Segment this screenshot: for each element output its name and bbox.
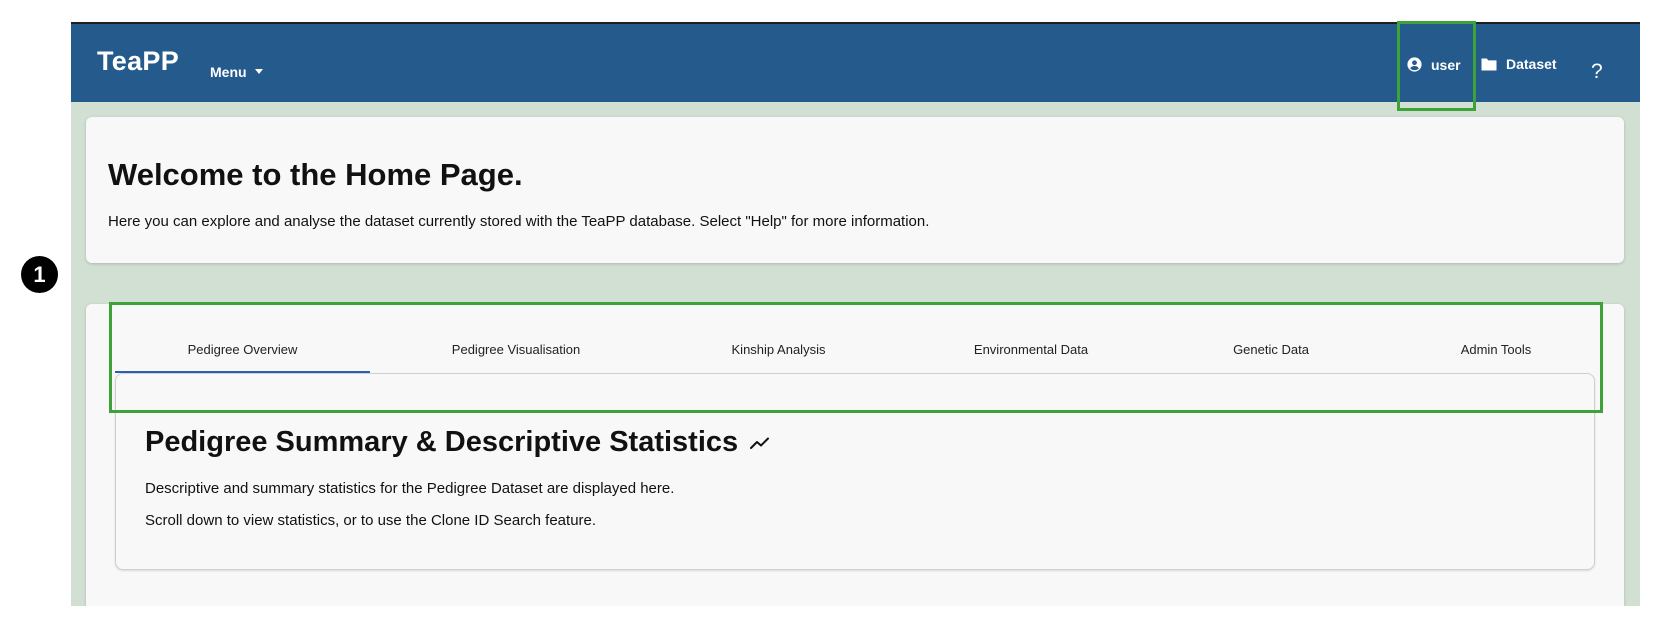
welcome-title: Welcome to the Home Page.: [108, 157, 523, 192]
summary-panel: Pedigree Summary & Descriptive Statistic…: [115, 373, 1595, 570]
welcome-text: Here you can explore and analyse the dat…: [108, 213, 930, 230]
menu-label: Menu: [210, 64, 247, 80]
tab-pedigree-overview[interactable]: Pedigree Overview: [115, 326, 370, 373]
dataset-button[interactable]: Dataset: [1480, 56, 1557, 72]
section-instruction: Scroll down to view statistics, or to us…: [145, 512, 597, 529]
welcome-card: Welcome to the Home Page. Here you can e…: [86, 117, 1624, 263]
tab-admin-tools[interactable]: Admin Tools: [1386, 326, 1606, 373]
tabs-card: Pedigree Overview Pedigree Visualisation…: [86, 304, 1624, 606]
account-circle-icon: [1406, 56, 1423, 73]
help-button[interactable]: ?: [1591, 60, 1603, 84]
step-number-badge: 1: [21, 256, 58, 293]
tab-genetic-data[interactable]: Genetic Data: [1156, 326, 1386, 373]
brand-logo[interactable]: TeaPP: [97, 46, 179, 77]
dataset-label: Dataset: [1506, 56, 1557, 72]
top-navbar: TeaPP Menu user Dataset ?: [71, 24, 1640, 102]
caret-down-icon: [254, 69, 263, 74]
user-label: user: [1431, 56, 1461, 73]
app-window: TeaPP Menu user Dataset ? Welcome to the…: [71, 22, 1640, 606]
menu-dropdown-button[interactable]: Menu: [210, 64, 263, 80]
folder-icon: [1480, 57, 1498, 72]
tab-environmental-data[interactable]: Environmental Data: [906, 326, 1156, 373]
tab-bar: Pedigree Overview Pedigree Visualisation…: [115, 326, 1595, 373]
section-title: Pedigree Summary & Descriptive Statistic…: [145, 426, 770, 459]
section-title-text: Pedigree Summary & Descriptive Statistic…: [145, 426, 739, 458]
tab-kinship-analysis[interactable]: Kinship Analysis: [651, 326, 906, 373]
tab-pedigree-visualisation[interactable]: Pedigree Visualisation: [381, 326, 651, 373]
section-description: Descriptive and summary statistics for t…: [145, 480, 675, 497]
trending-up-icon: [750, 436, 770, 450]
user-button[interactable]: user: [1406, 56, 1461, 73]
